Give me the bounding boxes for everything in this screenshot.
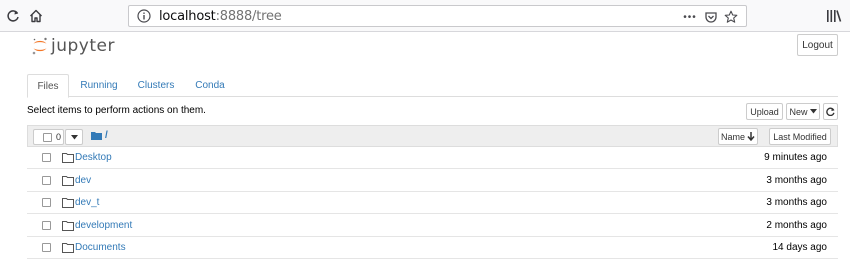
logout-button[interactable]: Logout [797,34,838,56]
folder-icon [62,243,74,253]
tab-files[interactable]: Files [27,74,69,98]
list-item[interactable]: Documents 14 days ago [27,237,838,259]
file-name-link[interactable]: dev_t [75,197,99,208]
file-list-header: 0 / Name Last Modified [27,125,838,147]
checkbox [43,132,52,142]
row-checkbox[interactable] [42,176,51,185]
selected-count: 0 [56,132,62,142]
page-actions-icon[interactable]: ••• [682,9,698,25]
breadcrumb-root[interactable]: / [105,130,108,141]
last-modified: 2 months ago [766,220,827,231]
last-modified: 14 days ago [772,242,828,253]
library-icon[interactable] [826,8,842,24]
list-item[interactable]: dev_t 3 months ago [27,192,838,214]
upload-button[interactable]: Upload [746,103,783,120]
row-checkbox[interactable] [42,153,51,162]
last-modified: 3 months ago [766,175,827,186]
file-name-link[interactable]: development [75,220,132,231]
file-name-link[interactable]: Desktop [75,152,112,163]
reload-icon[interactable] [4,7,22,25]
jupyter-logo-icon [32,37,47,55]
caret-down-icon [70,134,78,139]
logo-text: jupyter [51,36,115,56]
arrow-down-icon [747,132,755,141]
folder-icon [62,176,74,186]
row-checkbox[interactable] [42,221,51,230]
list-item[interactable]: dev 3 months ago [27,170,838,192]
folder-icon [62,198,74,208]
site-info-icon[interactable] [137,9,151,23]
browser-toolbar: localhost:8888/tree ••• [0,0,850,32]
last-modified: 3 months ago [766,197,827,208]
pocket-icon[interactable] [703,9,719,25]
bookmark-star-icon[interactable] [723,9,739,25]
file-name-link[interactable]: dev [75,175,91,186]
list-item[interactable]: development 2 months ago [27,215,838,237]
row-checkbox[interactable] [42,243,51,252]
caret-down-icon [809,109,817,114]
select-menu-button[interactable] [65,129,83,145]
new-dropdown-button[interactable]: New [786,103,820,120]
tab-bar: Files Running Clusters Conda [27,74,838,98]
url-text: localhost:8888/tree [159,9,282,24]
tab-conda[interactable]: Conda [190,74,230,97]
url-path: :8888/tree [215,9,282,24]
url-host: localhost [159,9,216,24]
select-all-checkbox[interactable]: 0 [33,129,64,145]
row-checkbox[interactable] [42,198,51,207]
sort-name-label: Name [720,131,745,142]
breadcrumb[interactable]: / [91,130,108,141]
folder-icon [62,221,74,231]
url-bar[interactable]: localhost:8888/tree ••• [128,5,747,27]
home-icon[interactable] [27,7,45,25]
folder-icon [91,132,102,140]
folder-icon [62,153,74,163]
tab-clusters[interactable]: Clusters [131,74,181,97]
selection-hint: Select items to perform actions on them. [27,105,206,116]
list-item[interactable]: Desktop 9 minutes ago [27,147,838,169]
sort-by-name-button[interactable]: Name [718,128,758,145]
file-name-link[interactable]: Documents [75,242,126,253]
refresh-button[interactable] [823,103,838,120]
last-modified: 9 minutes ago [764,152,827,163]
new-label: New [789,106,808,117]
jupyter-logo[interactable]: jupyter [31,36,115,56]
tab-running[interactable]: Running [73,74,125,97]
refresh-icon [826,107,835,116]
sort-by-modified-button[interactable]: Last Modified [769,128,831,145]
